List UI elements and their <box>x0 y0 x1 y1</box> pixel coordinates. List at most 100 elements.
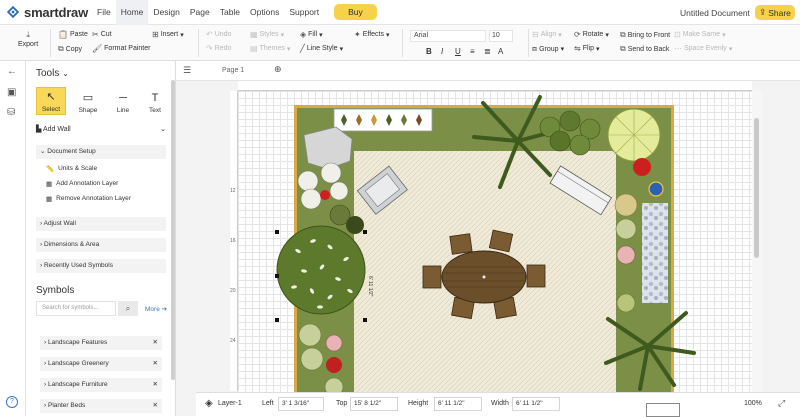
height-field[interactable]: 6' 11 1/2" <box>434 397 482 411</box>
bring-to-front-button[interactable]: ⧉ Bring to Front <box>620 30 670 40</box>
database-icon[interactable]: ⛁ <box>7 107 15 118</box>
italic-button[interactable]: I <box>441 47 443 56</box>
canvas-scroll-thumb[interactable] <box>754 118 759 258</box>
width-field[interactable]: 6' 11 1/2" <box>512 397 560 411</box>
menu-home[interactable]: Home <box>115 0 149 25</box>
top-position-field[interactable]: 15' 8 1/2" <box>350 397 398 411</box>
align-center-icon[interactable]: ≣ <box>484 47 491 56</box>
redo-button[interactable]: ↷ Redo <box>206 44 231 53</box>
page-thumbnail[interactable] <box>646 403 680 417</box>
text-tool-button[interactable]: T Text <box>140 87 170 115</box>
format-painter-button[interactable]: 🖌 Format Painter <box>92 44 150 53</box>
layer-name[interactable]: Layer-1 <box>218 400 242 407</box>
layers-icon[interactable]: ◈ <box>205 398 213 409</box>
red-flower[interactable] <box>320 190 330 200</box>
left-position-field[interactable]: 3' 1 3/16" <box>278 397 324 411</box>
menu-table[interactable]: Table <box>215 0 245 25</box>
text-color-icon[interactable]: A <box>498 47 503 56</box>
export-button[interactable]: ⤓ Export <box>18 30 38 48</box>
more-symbols-link[interactable]: More ➔ <box>145 305 167 313</box>
panel-scrollbar[interactable] <box>171 80 175 380</box>
paste-button[interactable]: 📋 Paste <box>58 30 88 39</box>
clover-plant[interactable] <box>298 323 322 347</box>
add-wall-dropdown[interactable]: ▙ Add Wall ⌄ <box>36 125 166 133</box>
close-icon[interactable]: ✕ <box>153 357 158 371</box>
clover-plant[interactable] <box>300 347 324 371</box>
white-shrub[interactable] <box>320 162 342 184</box>
copy-button[interactable]: ⧉ Copy <box>58 44 82 54</box>
units-scale-item[interactable]: 📏 Units & Scale <box>46 165 97 173</box>
close-icon[interactable]: ✕ <box>153 336 158 350</box>
clover-plant[interactable] <box>615 218 637 240</box>
share-button[interactable]: ⇪ Share <box>755 5 795 20</box>
pink-flower[interactable] <box>616 245 636 265</box>
zoom-fit-icon[interactable]: ⤢ <box>778 398 785 409</box>
tools-title[interactable]: Tools ⌄ <box>36 68 69 79</box>
shape-tool-button[interactable]: ▭ Shape <box>73 87 103 115</box>
flip-dropdown[interactable]: ⇋ Flip ▾ <box>574 44 600 53</box>
align-dropdown[interactable]: ⊟ Align ▾ <box>532 30 562 39</box>
help-icon[interactable]: ? <box>6 396 18 408</box>
clover-plant[interactable] <box>614 193 638 217</box>
add-page-icon[interactable]: ⊕ <box>274 64 282 75</box>
menu-file[interactable]: File <box>92 0 116 25</box>
close-icon[interactable]: ✕ <box>153 378 158 392</box>
boulder[interactable] <box>303 126 353 170</box>
gravel-bed[interactable] <box>642 203 668 303</box>
undo-button[interactable]: ↶ Undo <box>206 30 231 39</box>
logo[interactable]: smartdraw <box>6 4 88 20</box>
landscape-drawing[interactable]: 6' 11 1/2" <box>238 91 752 396</box>
white-shrub[interactable] <box>329 181 349 201</box>
white-shrub[interactable] <box>297 170 319 192</box>
font-size-select[interactable]: 10 <box>489 30 513 42</box>
red-flower[interactable] <box>326 357 342 373</box>
zoom-level[interactable]: 100% <box>744 400 762 407</box>
rotate-dropdown[interactable]: ⟳ Rotate ▾ <box>574 30 609 39</box>
fill-dropdown[interactable]: ◈ Fill ▾ <box>300 30 323 39</box>
group-dropdown[interactable]: ⧈ Group ▾ <box>532 44 564 54</box>
make-same-dropdown[interactable]: ⊡ Make Same ▾ <box>674 30 726 39</box>
close-icon[interactable]: ✕ <box>153 399 158 413</box>
library-landscape-features[interactable]: › Landscape Features ✕ <box>40 336 162 350</box>
green-shrub[interactable] <box>616 293 636 313</box>
remove-annotation-layer-item[interactable]: ▦ Remove Annotation Layer <box>46 195 131 203</box>
line-tool-button[interactable]: ─ Line <box>108 87 138 115</box>
styles-dropdown[interactable]: ▦ Styles ▾ <box>250 30 284 39</box>
red-flower[interactable] <box>633 158 651 176</box>
pink-flower[interactable] <box>325 334 343 352</box>
section-dimensions-area[interactable]: › Dimensions & Area <box>36 238 166 252</box>
underline-button[interactable]: U <box>455 47 461 56</box>
space-evenly-dropdown[interactable]: ⋯ Space Evenly ▾ <box>674 44 732 53</box>
symbol-search-input[interactable]: Search for symbols... <box>36 301 116 316</box>
page-tab[interactable]: Page 1 <box>222 67 244 74</box>
blue-orb-feature[interactable] <box>648 181 664 197</box>
back-arrow-icon[interactable]: ← <box>7 66 17 77</box>
bold-button[interactable]: B <box>426 47 432 56</box>
library-landscape-furniture[interactable]: › Landscape Furniture ✕ <box>40 378 162 392</box>
effects-dropdown[interactable]: ✦ Effects ▾ <box>354 30 390 39</box>
line-style-dropdown[interactable]: ╱ Line Style ▾ <box>300 44 343 53</box>
insert-dropdown[interactable]: ⊞ Insert ▾ <box>152 30 184 39</box>
menu-design[interactable]: Design <box>148 0 184 25</box>
library-planter-beds[interactable]: › Planter Beds ✕ <box>40 399 162 413</box>
toolbox-icon[interactable]: ▣ <box>7 87 16 98</box>
menu-lines-icon[interactable]: ☰ <box>183 65 191 76</box>
section-recently-used[interactable]: › Recently Used Symbols <box>36 259 166 273</box>
font-family-select[interactable]: Arial <box>410 30 486 42</box>
menu-options[interactable]: Options <box>245 0 284 25</box>
menu-support[interactable]: Support <box>284 0 324 25</box>
search-button[interactable]: ⌕ <box>118 301 138 316</box>
section-document-setup[interactable]: ⌄ Document Setup <box>36 145 166 159</box>
section-adjust-wall[interactable]: › Adjust Wall <box>36 217 166 231</box>
themes-dropdown[interactable]: ▤ Themes ▾ <box>250 44 290 53</box>
cut-button[interactable]: ✂ Cut <box>92 30 112 39</box>
add-annotation-layer-item[interactable]: ▦ Add Annotation Layer <box>46 180 118 188</box>
buy-button[interactable]: Buy <box>334 4 377 20</box>
document-title[interactable]: Untitled Document <box>680 8 750 18</box>
align-left-icon[interactable]: ≡ <box>470 47 475 56</box>
send-to-back-button[interactable]: ⧉ Send to Back <box>620 44 669 54</box>
selected-tree[interactable] <box>276 225 366 315</box>
select-tool-button[interactable]: ↖ Select <box>36 87 66 115</box>
white-shrub[interactable] <box>300 188 322 210</box>
menu-page[interactable]: Page <box>185 0 215 25</box>
